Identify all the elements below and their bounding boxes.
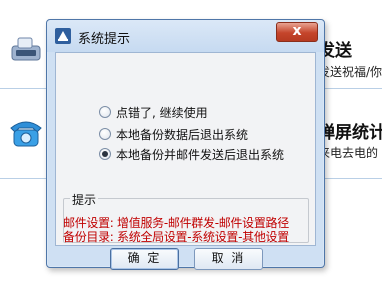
hint-line-backup: 备份目录: 系统全局设置-系统设置-其他设置	[63, 230, 289, 244]
send-subtext: 发送祝福/你	[318, 65, 382, 79]
cancel-button[interactable]: 取 消	[194, 248, 263, 270]
app-logo-icon	[55, 28, 71, 44]
hint-group: 提示 邮件设置: 增值服务-邮件群发-邮件设置路径 备份目录: 系统全局设置-系…	[63, 191, 309, 244]
option-label: 点错了, 继续使用	[116, 105, 208, 120]
option-label: 本地备份并邮件发送后退出系统	[116, 147, 285, 162]
hint-title: 提示	[70, 191, 99, 208]
dialog-title: 系统提示	[78, 32, 131, 47]
option-continue[interactable]: 点错了, 继续使用	[99, 104, 208, 120]
radio-button[interactable]	[99, 128, 111, 140]
dialog-titlebar[interactable]: 系统提示 x	[47, 20, 324, 52]
ok-button[interactable]: 确 定	[110, 248, 179, 270]
stats-subtext: 来电去电的	[318, 146, 379, 160]
option-backup-exit[interactable]: 本地备份数据后退出系统	[99, 126, 248, 142]
system-prompt-dialog: 系统提示 x 点错了, 继续使用 本地备份数据后退出系统 本地备份并邮件发送后退…	[46, 19, 325, 270]
phone-message-icon	[8, 32, 44, 68]
stats-heading: 弹屏统计	[318, 123, 382, 143]
dialog-content: 点错了, 继续使用 本地备份数据后退出系统 本地备份并邮件发送后退出系统 提示 …	[55, 52, 316, 246]
option-backup-email-exit[interactable]: 本地备份并邮件发送后退出系统	[99, 146, 284, 162]
telephone-icon	[7, 114, 45, 150]
radio-button[interactable]	[99, 106, 111, 118]
radio-button-selected[interactable]	[99, 148, 111, 160]
option-label: 本地备份数据后退出系统	[116, 127, 249, 142]
close-button[interactable]: x	[276, 22, 318, 42]
